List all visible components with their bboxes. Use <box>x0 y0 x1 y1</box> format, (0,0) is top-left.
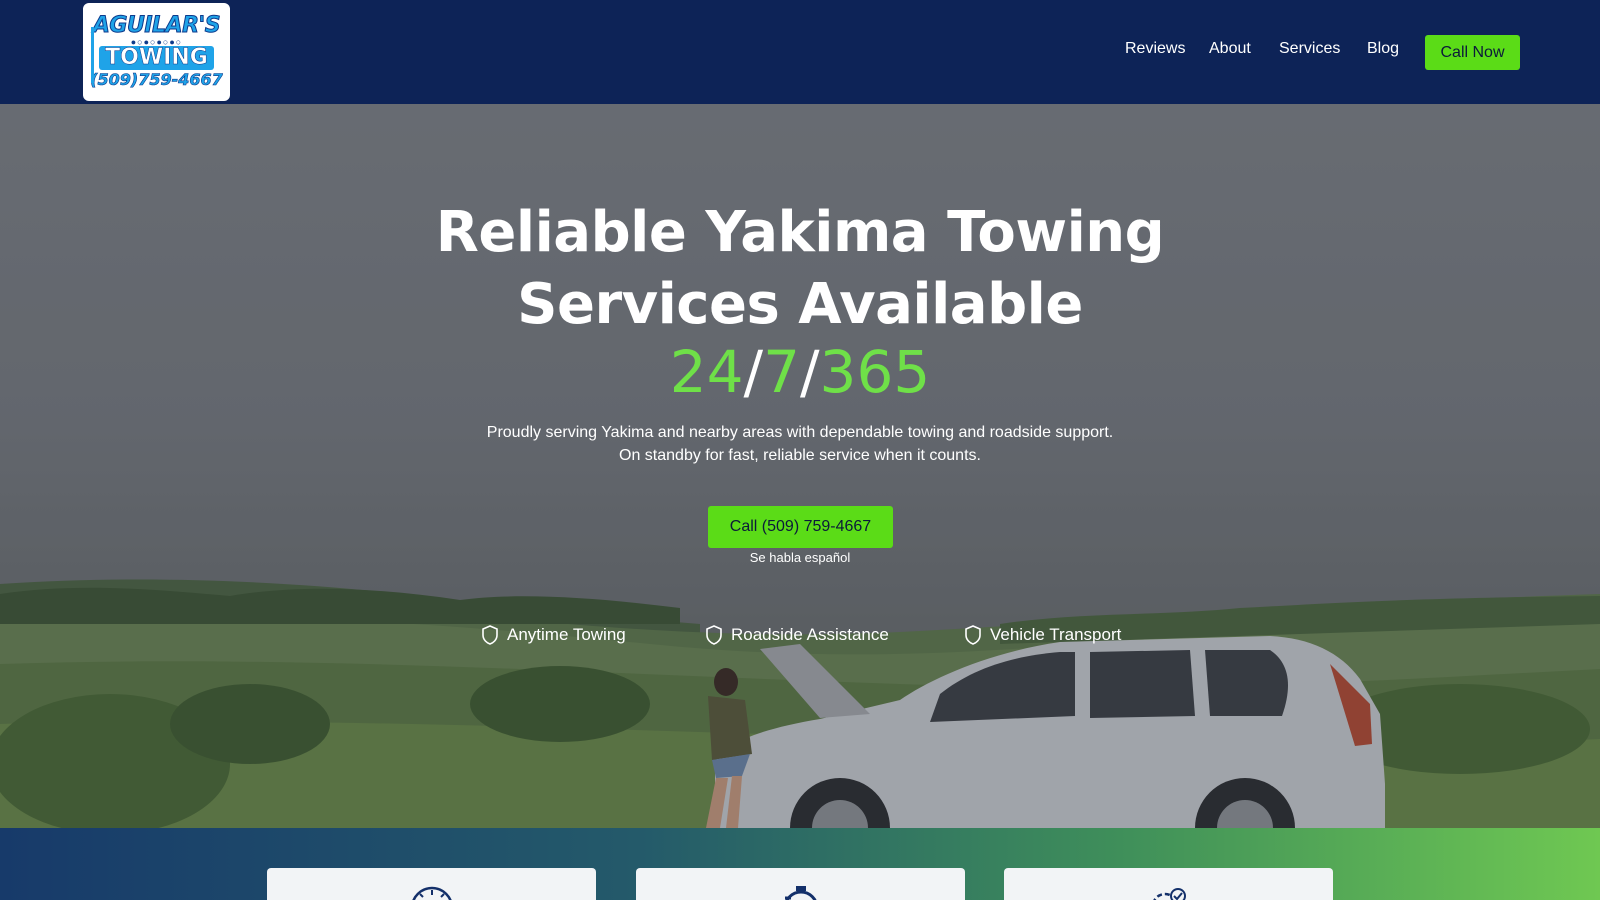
hero-section: Reliable Yakima Towing Services Availabl… <box>0 104 1600 828</box>
services-band <box>0 828 1600 900</box>
nav-link-services[interactable]: Services <box>1279 40 1340 58</box>
hero-title-line-2: Services Available <box>517 272 1083 337</box>
nav-link-reviews[interactable]: Reviews <box>1125 40 1185 58</box>
availability-hours: 24 <box>669 338 744 406</box>
availability-separator: / <box>800 338 820 406</box>
main-nav: Reviews About Services Blog <box>0 38 1600 66</box>
feature-roadside-assistance: Roadside Assistance <box>705 622 889 648</box>
feature-label: Roadside Assistance <box>731 625 889 644</box>
availability-separator: / <box>743 338 764 406</box>
service-card[interactable] <box>267 868 596 900</box>
site-header: AGUILAR'S ●○●○●○●○ TOWING (509)759-4667 … <box>0 0 1600 104</box>
feature-label: Anytime Towing <box>507 625 626 644</box>
timer-icon <box>784 886 817 900</box>
nav-link-blog[interactable]: Blog <box>1367 40 1399 58</box>
availability-text: 24/7/365 <box>300 337 1300 407</box>
hero-title: Reliable Yakima Towing Services Availabl… <box>300 197 1300 341</box>
logo-text-name: AGUILAR'S <box>92 13 221 38</box>
call-now-button[interactable]: Call Now <box>1425 35 1520 70</box>
nav-link-about[interactable]: About <box>1209 40 1251 58</box>
availability-year: 365 <box>819 338 931 406</box>
availability-days: 7 <box>763 338 800 406</box>
service-card[interactable] <box>1004 868 1333 900</box>
shield-icon <box>706 625 722 645</box>
stopwatch-icon <box>411 886 452 900</box>
service-card[interactable] <box>636 868 965 900</box>
hero-title-line-1: Reliable Yakima Towing <box>435 200 1165 265</box>
shield-icon <box>965 625 981 645</box>
feature-vehicle-transport: Vehicle Transport <box>964 622 1121 648</box>
hero-subtitle: Proudly serving Yakima and nearby areas … <box>486 424 1114 464</box>
gear-check-icon <box>1152 888 1186 900</box>
call-phone-button[interactable]: Call (509) 759-4667 <box>708 506 893 548</box>
feature-anytime-towing: Anytime Towing <box>481 622 626 648</box>
logo-text-phone: (509)759-4667 <box>90 70 223 90</box>
feature-label: Vehicle Transport <box>990 625 1122 644</box>
spanish-note: Se habla español <box>749 550 851 565</box>
shield-icon <box>482 625 498 645</box>
